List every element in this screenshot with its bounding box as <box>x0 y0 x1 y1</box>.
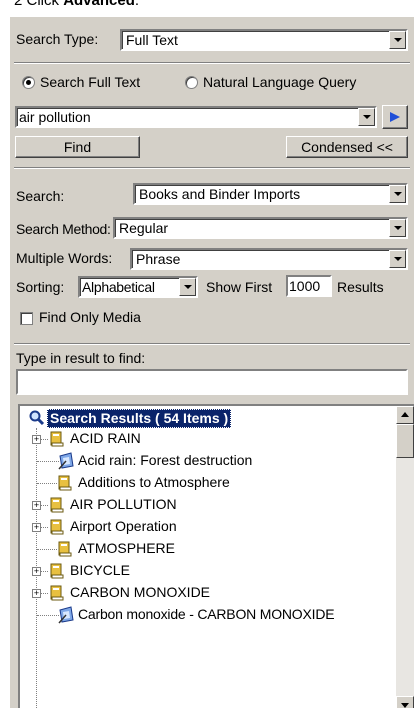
book-icon <box>50 563 64 579</box>
result-count-input[interactable]: 1000 <box>286 275 332 297</box>
expand-icon[interactable]: + <box>32 501 41 510</box>
scroll-down-icon[interactable] <box>396 696 414 708</box>
search-results-tree[interactable]: Search Results ( 54 Items ) + ACID RAIN … <box>18 404 414 708</box>
result-filter-input[interactable] <box>16 369 408 395</box>
filter-label: Type in result to find: <box>16 350 146 366</box>
expand-icon[interactable]: + <box>32 435 41 444</box>
multiple-words-label: Multiple Words: <box>16 250 113 266</box>
tree-row[interactable]: + AIR POLLUTION <box>20 494 390 516</box>
multiple-words-dropdown[interactable]: Phrase <box>130 248 408 270</box>
chevron-down-icon[interactable] <box>179 278 196 296</box>
search-method-label: Search Method: <box>16 221 111 237</box>
tree-row[interactable]: Acid rain: Forest destruction <box>20 450 390 472</box>
tree-row[interactable]: Carbon monoxide - CARBON MONOXIDE <box>20 604 390 626</box>
book-icon <box>58 541 72 557</box>
chevron-down-icon[interactable] <box>389 219 406 237</box>
results-label: Results <box>337 279 384 295</box>
expand-icon[interactable]: + <box>32 567 41 576</box>
play-icon <box>390 112 400 122</box>
query-combobox[interactable]: air pollution <box>15 106 377 128</box>
search-icon <box>29 410 45 426</box>
book-icon <box>58 475 72 491</box>
media-icon <box>58 452 74 470</box>
natural-language-radio-label[interactable]: Natural Language Query <box>203 74 356 90</box>
results-root-label[interactable]: Search Results ( 54 Items ) <box>47 409 232 428</box>
instruction-caption: 2 Click Advanced. <box>14 0 140 9</box>
chevron-down-icon[interactable] <box>389 185 406 203</box>
chevron-down-icon[interactable] <box>389 31 406 49</box>
tree-row[interactable]: + BICYCLE <box>20 560 390 582</box>
sorting-label: Sorting: <box>16 279 65 295</box>
divider <box>14 343 410 345</box>
search-method-dropdown[interactable]: Regular <box>113 217 408 239</box>
scroll-thumb[interactable] <box>396 424 414 458</box>
find-only-media-checkbox[interactable] <box>20 312 33 325</box>
chevron-down-icon[interactable] <box>389 250 406 268</box>
tree-row[interactable]: + ACID RAIN <box>20 428 390 450</box>
run-search-button[interactable] <box>382 105 408 129</box>
search-type-label: Search Type: <box>16 31 99 47</box>
tree-row[interactable]: + Airport Operation <box>20 516 390 538</box>
search-in-label: Search: <box>16 188 65 204</box>
full-text-radio[interactable] <box>22 76 35 89</box>
search-panel: Search Type: Full Text Search Full Text … <box>10 17 414 708</box>
tree-row[interactable]: Additions to Atmosphere <box>20 472 390 494</box>
results-scrollbar[interactable] <box>396 406 414 708</box>
tree-row[interactable]: + CARBON MONOXIDE <box>20 582 390 604</box>
book-icon <box>50 431 64 447</box>
find-only-media-label[interactable]: Find Only Media <box>39 309 141 325</box>
chevron-down-icon[interactable] <box>358 108 375 126</box>
expand-icon[interactable]: + <box>32 589 41 598</box>
condensed-button[interactable]: Condensed << <box>286 136 408 158</box>
search-in-dropdown[interactable]: Books and Binder Imports <box>133 183 408 205</box>
book-icon <box>50 585 64 601</box>
divider <box>14 62 410 64</box>
scroll-up-icon[interactable] <box>396 406 414 424</box>
full-text-radio-label[interactable]: Search Full Text <box>40 74 140 90</box>
media-icon <box>58 606 74 624</box>
natural-language-radio[interactable] <box>185 76 198 89</box>
find-button[interactable]: Find <box>15 136 140 158</box>
show-first-label: Show First <box>206 279 273 295</box>
book-icon <box>50 519 64 535</box>
divider <box>14 167 410 169</box>
tree-row[interactable]: ATMOSPHERE <box>20 538 390 560</box>
sorting-dropdown[interactable]: Alphabetical <box>78 276 198 298</box>
search-type-dropdown[interactable]: Full Text <box>120 29 408 51</box>
book-icon <box>50 497 64 513</box>
expand-icon[interactable]: + <box>32 523 41 532</box>
